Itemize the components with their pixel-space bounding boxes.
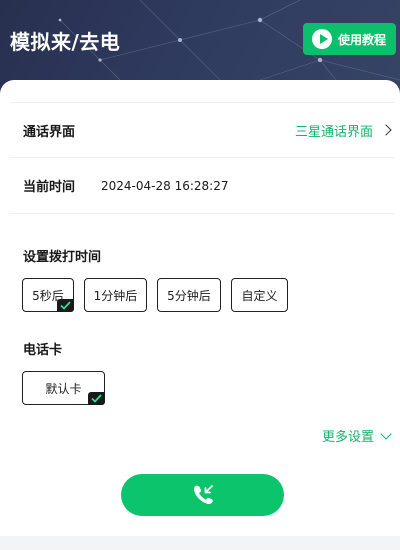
current-time-label: 当前时间	[23, 180, 76, 195]
current-time-row: 当前时间 2024-04-28 16:28:27	[10, 158, 394, 214]
dial-option-label: 5分钟后	[167, 288, 211, 303]
play-icon	[312, 29, 332, 49]
call-ui-row[interactable]: 通话界面 三星通话界面	[10, 102, 394, 158]
sim-option-label: 默认卡	[45, 381, 82, 396]
tutorial-label: 使用教程	[338, 32, 387, 47]
call-ui-label: 通话界面	[23, 124, 76, 140]
phone-call-icon	[193, 485, 213, 505]
dial-option-5s[interactable]: 5秒后	[22, 278, 74, 312]
dial-option-label: 1分钟后	[93, 288, 138, 303]
current-time-value: 2024-04-28 16:28:27	[101, 178, 229, 193]
chevron-right-icon	[380, 124, 392, 136]
dial-option-5min[interactable]: 5分钟后	[157, 278, 221, 312]
page-title: 模拟来/去电	[10, 30, 121, 54]
dial-option-label: 自定义	[241, 288, 278, 303]
more-settings-link[interactable]: 更多设置	[322, 426, 392, 445]
check-icon	[88, 392, 105, 405]
check-icon	[57, 299, 74, 312]
chevron-down-icon	[380, 427, 392, 440]
sim-option-default[interactable]: 默认卡	[22, 371, 105, 405]
dial-option-custom[interactable]: 自定义	[231, 278, 288, 312]
more-settings-label: 更多设置	[322, 430, 375, 445]
settings-card: 通话界面 三星通话界面 当前时间 2024-04-28 16:28:27 设置拨…	[0, 80, 400, 536]
dial-time-title: 设置拨打时间	[23, 250, 102, 265]
tutorial-button[interactable]: 使用教程	[303, 23, 396, 55]
dial-option-1min[interactable]: 1分钟后	[84, 278, 147, 312]
call-ui-value[interactable]: 三星通话界面	[295, 121, 394, 140]
start-call-button[interactable]	[121, 474, 284, 516]
sim-card-title: 电话卡	[23, 343, 63, 358]
call-ui-value-text: 三星通话界面	[294, 124, 373, 140]
